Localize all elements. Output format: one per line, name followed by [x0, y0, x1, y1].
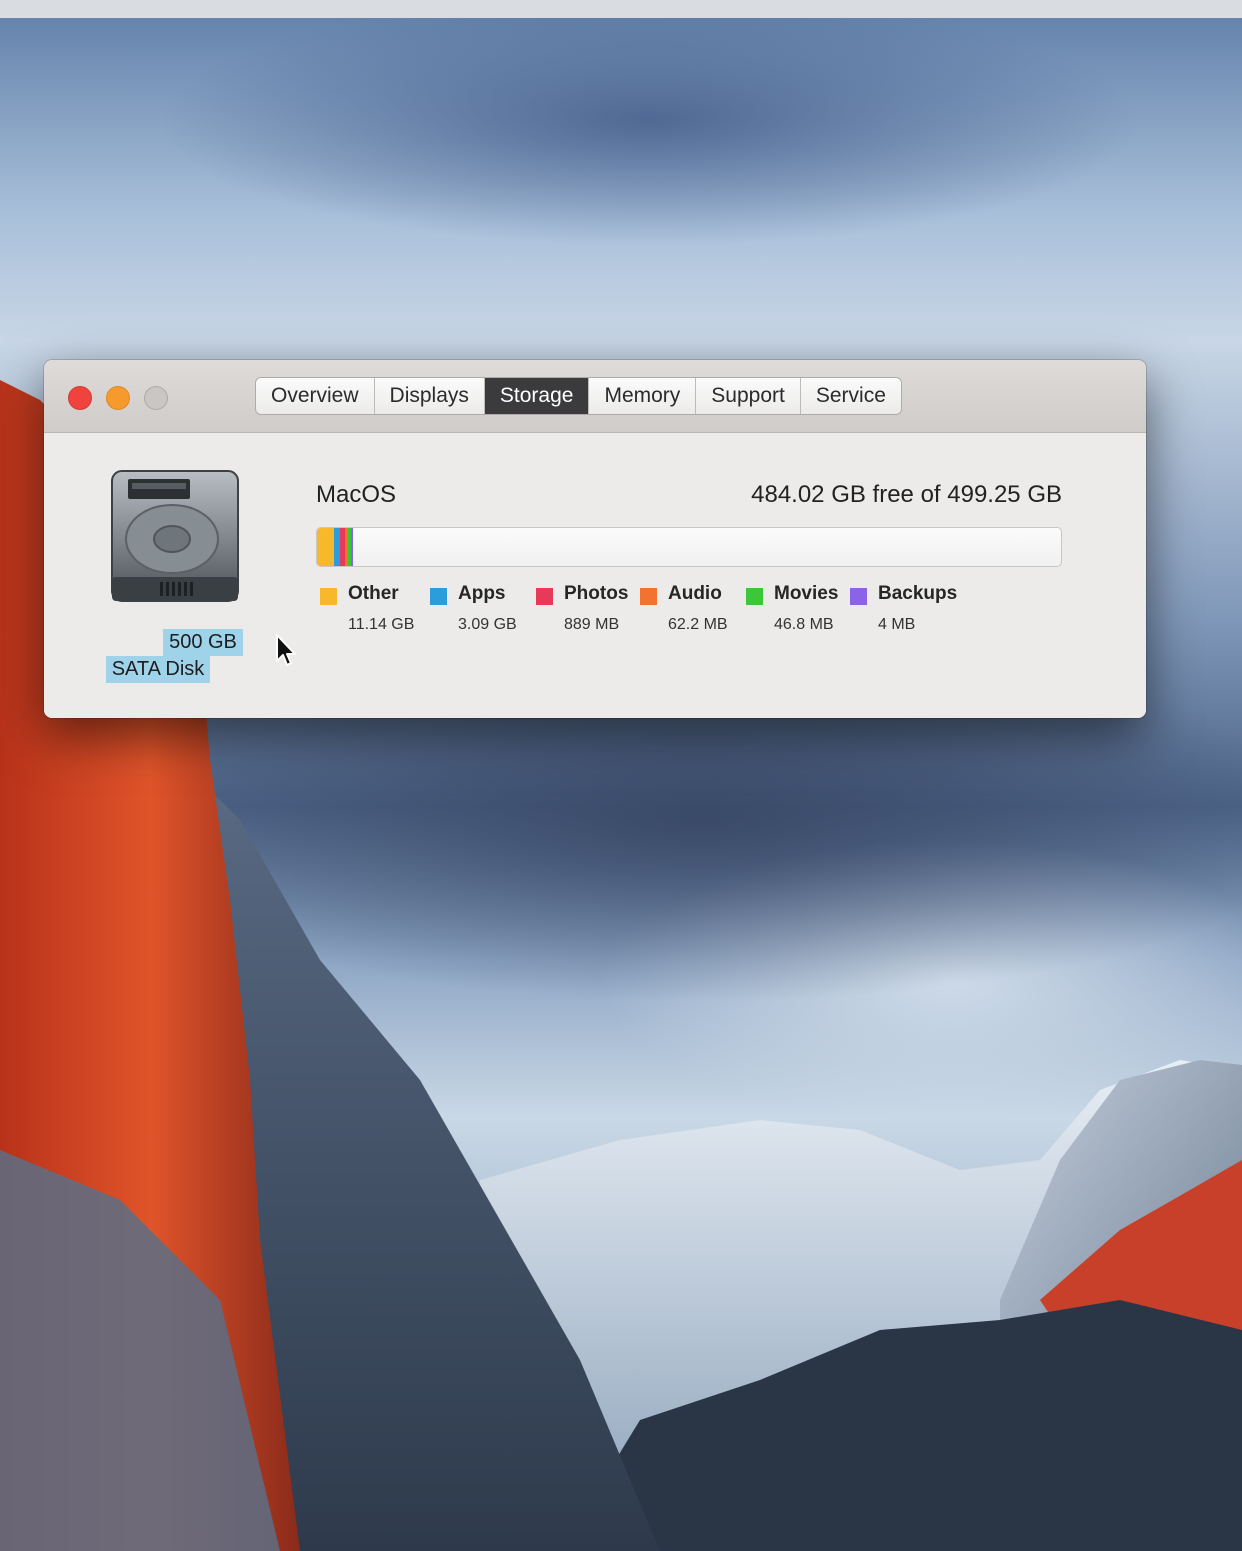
volume-name: MacOS [316, 481, 397, 508]
tab-bar: Overview Displays Storage Memory Support… [255, 377, 902, 415]
tab-storage[interactable]: Storage [484, 378, 590, 414]
usage-segment-backups [350, 528, 353, 566]
tab-displays[interactable]: Displays [375, 378, 485, 414]
legend-category-name: Other [348, 583, 399, 604]
window-titlebar: Overview Displays Storage Memory Support… [44, 360, 1146, 433]
legend-category-size: 4 MB [878, 616, 916, 633]
disk-type: SATA Disk [105, 656, 211, 683]
legend-category-name: Backups [878, 583, 958, 604]
usage-segment-other [317, 528, 334, 566]
legend-swatch [536, 588, 553, 605]
legend-swatch [320, 588, 337, 605]
legend-category-name: Photos [564, 583, 629, 604]
legend-category-size: 46.8 MB [774, 616, 834, 633]
legend-category-size: 3.09 GB [458, 616, 517, 633]
tab-service[interactable]: Service [801, 378, 901, 414]
legend-category-size: 11.14 GB [348, 616, 415, 633]
legend-category-size: 889 MB [564, 616, 620, 633]
close-button[interactable] [68, 386, 92, 410]
storage-usage-bar[interactable] [316, 527, 1062, 567]
legend-category-name: Audio [668, 583, 722, 604]
tab-overview[interactable]: Overview [256, 378, 375, 414]
zoom-button[interactable] [144, 386, 168, 410]
volume-free-space: 484.02 GB free of 499.25 GB [751, 481, 1062, 508]
legend-category-name: Apps [458, 583, 506, 604]
legend-category-size: 62.2 MB [668, 616, 728, 633]
minimize-button[interactable] [106, 386, 130, 410]
storage-panel: 500 GB SATA Disk MacOS 484.02 GB free of… [44, 433, 1146, 718]
tab-memory[interactable]: Memory [589, 378, 697, 414]
hard-drive-icon[interactable] [108, 469, 242, 607]
desktop-wallpaper [0, 0, 1242, 1551]
legend-swatch [640, 588, 657, 605]
disk-capacity: 500 GB [163, 629, 243, 656]
legend-swatch [430, 588, 447, 605]
tab-support[interactable]: Support [696, 378, 801, 414]
about-this-mac-window: Overview Displays Storage Memory Support… [44, 360, 1146, 718]
mouse-pointer-icon [276, 634, 296, 666]
legend-swatch [850, 588, 867, 605]
wallpaper-landscape [0, 380, 1242, 1551]
legend-swatch [746, 588, 763, 605]
legend-category-name: Movies [774, 583, 839, 604]
